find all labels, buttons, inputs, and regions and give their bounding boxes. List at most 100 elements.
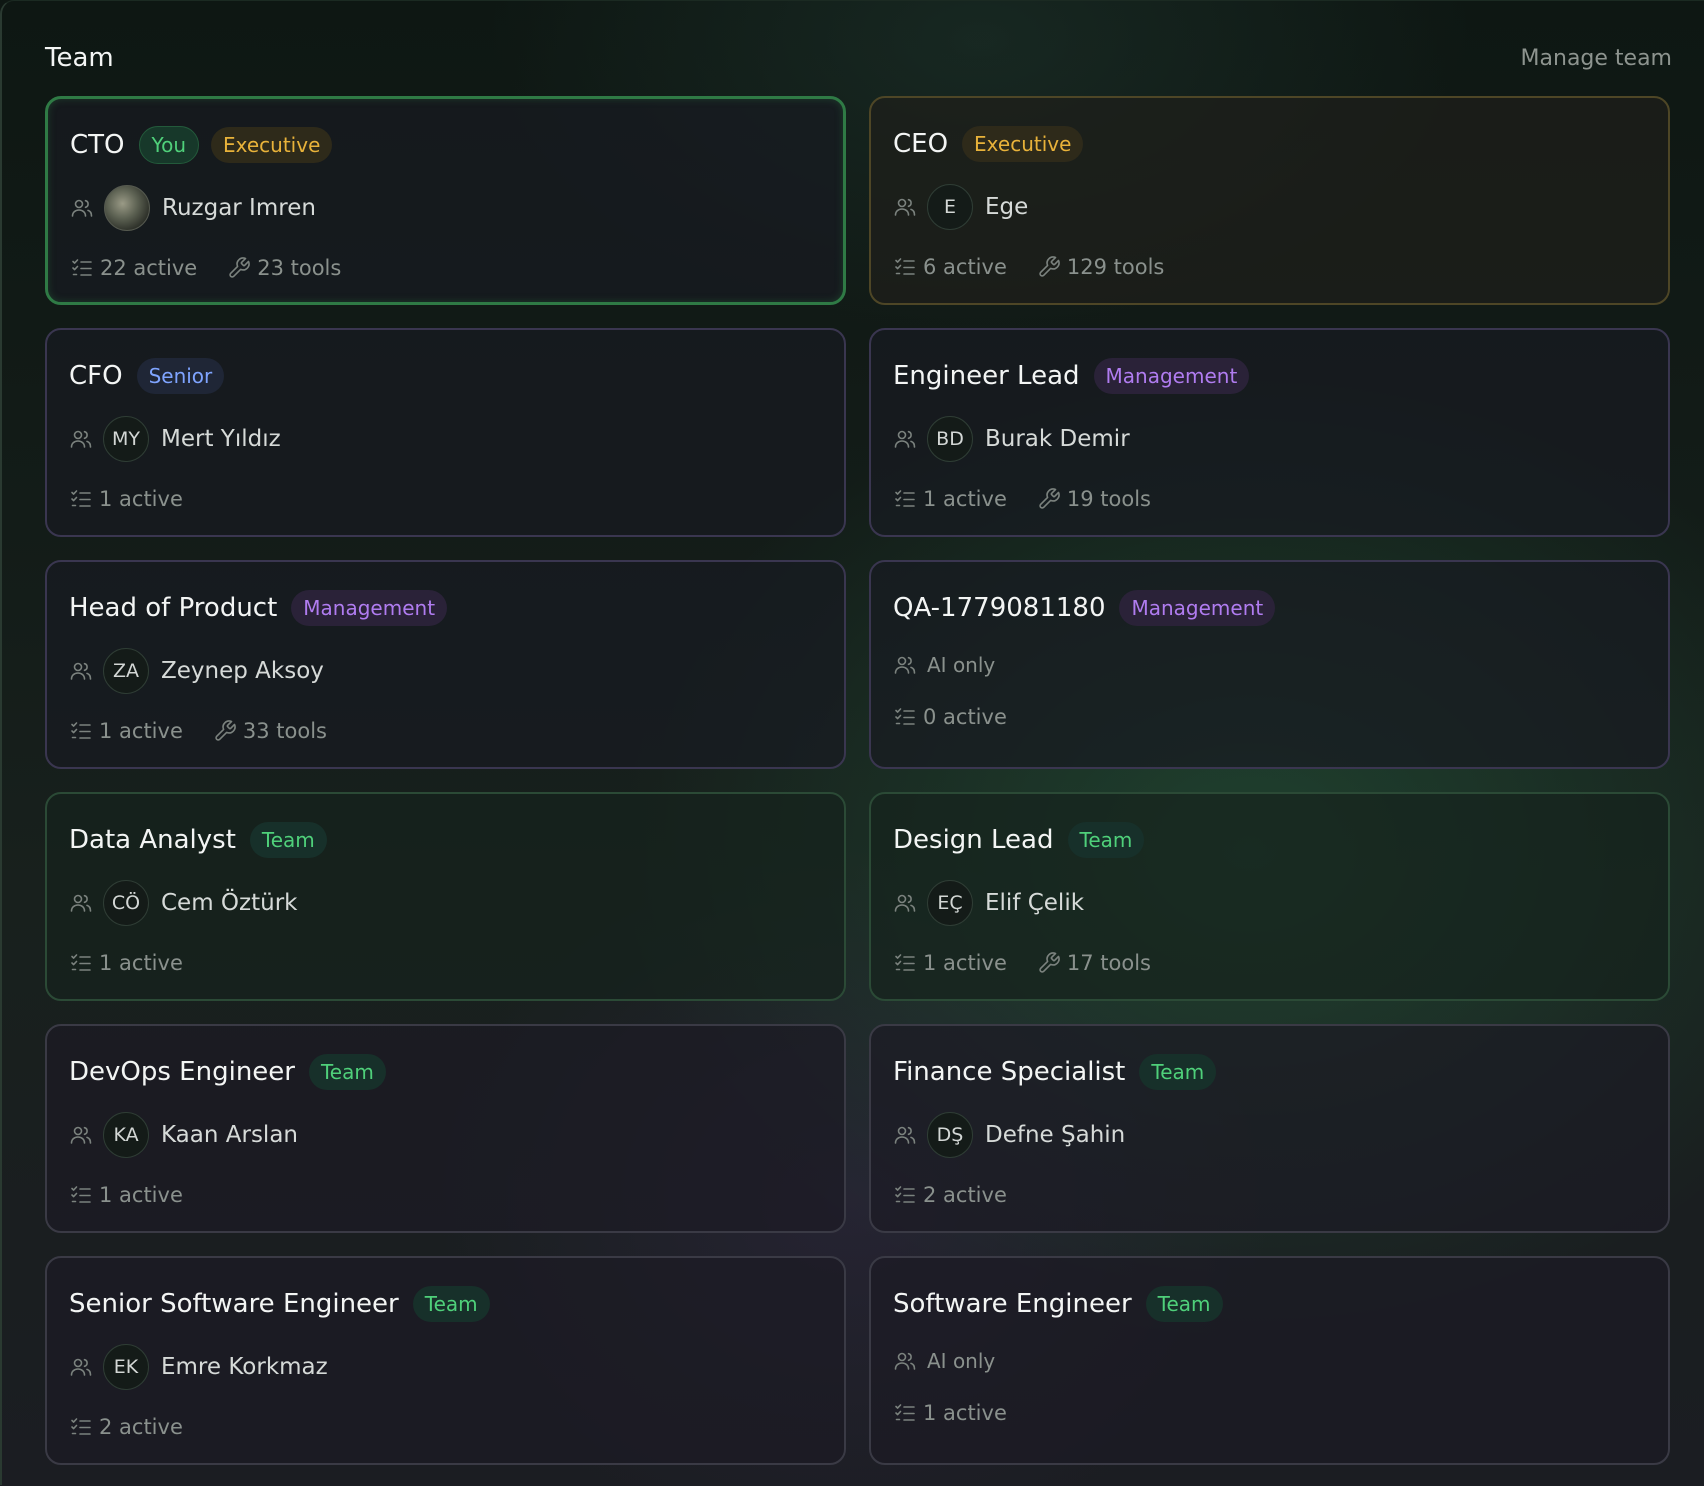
- role-title: Design Lead: [893, 825, 1054, 855]
- active-count-label: 0 active: [923, 705, 1007, 729]
- team-role-card[interactable]: Design Lead Team EÇ Elif Çelik 1 active 17 to…: [869, 792, 1670, 1001]
- assignee-name: Defne Şahin: [985, 1122, 1126, 1148]
- users-icon: [893, 427, 917, 451]
- card-stats-row: 1 active: [69, 1180, 822, 1210]
- card-stats-row: 1 active: [893, 1398, 1646, 1428]
- card-title-row: CEO Executive: [893, 124, 1646, 164]
- active-count-label: 6 active: [923, 255, 1007, 279]
- active-count: 22 active: [70, 256, 197, 280]
- list-checks-icon: [893, 255, 917, 279]
- avatar: KA: [103, 1112, 149, 1158]
- tools-count: 17 tools: [1037, 951, 1151, 975]
- assignee-row: KA Kaan Arslan: [69, 1110, 822, 1160]
- card-stats-row: 2 active: [69, 1412, 822, 1442]
- card-title-row: CFO Senior: [69, 356, 822, 396]
- management-badge: Management: [291, 590, 448, 626]
- team-role-card[interactable]: Finance Specialist Team DŞ Defne Şahin 2 act…: [869, 1024, 1670, 1233]
- role-title: CFO: [69, 361, 123, 391]
- users-icon: [893, 891, 917, 915]
- assignee-name: Emre Korkmaz: [161, 1354, 328, 1380]
- tools-count-label: 17 tools: [1066, 951, 1151, 975]
- card-stats-row: 6 active 129 tools: [893, 252, 1646, 282]
- team-role-card[interactable]: QA-1779081180 Management AI only 0 active: [869, 560, 1670, 769]
- assignee-row: ZA Zeynep Aksoy: [69, 646, 822, 696]
- tools-count-label: 23 tools: [257, 256, 342, 280]
- card-stats-row: 22 active 23 tools: [70, 253, 821, 283]
- tools-count: 23 tools: [227, 256, 341, 280]
- assignee-row: AI only: [893, 650, 1646, 680]
- team-role-card[interactable]: CFO Senior MY Mert Yıldız 1 active: [45, 328, 846, 537]
- assignee-name: Mert Yıldız: [161, 426, 281, 452]
- team-role-card[interactable]: CTO You Executive Ruzgar Imren 22 active 23 t…: [45, 96, 846, 305]
- users-icon: [893, 653, 917, 677]
- avatar: CÖ: [103, 880, 149, 926]
- team-badge: Team: [308, 1054, 386, 1090]
- active-count: 1 active: [69, 1183, 183, 1207]
- list-checks-icon: [893, 1183, 917, 1207]
- management-badge: Management: [1119, 590, 1276, 626]
- avatar: DŞ: [927, 1112, 973, 1158]
- wrench-icon: [1037, 951, 1061, 975]
- users-icon: [893, 1349, 917, 1373]
- team-role-card[interactable]: Data Analyst Team CÖ Cem Öztürk 1 active: [45, 792, 846, 1001]
- list-checks-icon: [69, 719, 93, 743]
- team-badge: Team: [249, 822, 327, 858]
- page-title: Team: [45, 43, 114, 73]
- team-role-card[interactable]: Engineer Lead Management BD Burak Demir 1 ac…: [869, 328, 1670, 537]
- list-checks-icon: [70, 256, 94, 280]
- team-badge: Team: [412, 1286, 490, 1322]
- active-count: 6 active: [893, 255, 1007, 279]
- tools-count: 129 tools: [1037, 255, 1164, 279]
- avatar: ZA: [103, 648, 149, 694]
- assignee-row: CÖ Cem Öztürk: [69, 878, 822, 928]
- card-title-row: DevOps Engineer Team: [69, 1052, 822, 1092]
- list-checks-icon: [69, 487, 93, 511]
- assignee-name: Elif Çelik: [985, 890, 1085, 916]
- card-stats-row: 0 active: [893, 702, 1646, 732]
- tools-count: 19 tools: [1037, 487, 1151, 511]
- list-checks-icon: [69, 1183, 93, 1207]
- role-title: DevOps Engineer: [69, 1057, 295, 1087]
- card-stats-row: 1 active: [69, 484, 822, 514]
- card-title-row: Engineer Lead Management: [893, 356, 1646, 396]
- active-count-label: 1 active: [923, 1401, 1007, 1425]
- active-count: 1 active: [69, 487, 183, 511]
- tools-count: 33 tools: [213, 719, 327, 743]
- tools-count-label: 19 tools: [1066, 487, 1151, 511]
- card-title-row: Senior Software Engineer Team: [69, 1284, 822, 1324]
- team-badge: Team: [1139, 1054, 1217, 1090]
- wrench-icon: [227, 256, 251, 280]
- role-title: CTO: [70, 130, 125, 160]
- assignee-row: AI only: [893, 1346, 1646, 1376]
- active-count: 2 active: [893, 1183, 1007, 1207]
- avatar: EÇ: [927, 880, 973, 926]
- active-count-label: 2 active: [923, 1183, 1007, 1207]
- card-stats-row: 2 active: [893, 1180, 1646, 1210]
- active-count: 1 active: [69, 719, 183, 743]
- panel-header: Team Manage team: [45, 38, 1672, 78]
- assignee-name: Zeynep Aksoy: [161, 658, 324, 684]
- team-role-card[interactable]: CEO Executive E Ege 6 active 129 tools: [869, 96, 1670, 305]
- users-icon: [893, 195, 917, 219]
- executive-badge: Executive: [962, 126, 1084, 162]
- active-count: 1 active: [893, 951, 1007, 975]
- active-count-label: 1 active: [99, 1183, 183, 1207]
- team-grid: CTO You Executive Ruzgar Imren 22 active 23 t…: [45, 96, 1670, 1465]
- role-title: CEO: [893, 129, 949, 159]
- card-stats-row: 1 active 19 tools: [893, 484, 1646, 514]
- users-icon: [69, 659, 93, 683]
- users-icon: [69, 427, 93, 451]
- list-checks-icon: [893, 487, 917, 511]
- manage-team-link[interactable]: Manage team: [1521, 46, 1672, 71]
- active-count-label: 1 active: [99, 951, 183, 975]
- team-role-card[interactable]: Head of Product Management ZA Zeynep Aksoy 1…: [45, 560, 846, 769]
- assignee-row: E Ege: [893, 182, 1646, 232]
- team-role-card[interactable]: Software Engineer Team AI only 1 active: [869, 1256, 1670, 1465]
- team-role-card[interactable]: DevOps Engineer Team KA Kaan Arslan 1 active: [45, 1024, 846, 1233]
- assignee-name: Burak Demir: [985, 426, 1130, 452]
- card-title-row: Software Engineer Team: [893, 1284, 1646, 1324]
- card-title-row: QA-1779081180 Management: [893, 588, 1646, 628]
- assignee-row: EK Emre Korkmaz: [69, 1342, 822, 1392]
- active-count-label: 1 active: [923, 487, 1007, 511]
- team-role-card[interactable]: Senior Software Engineer Team EK Emre Korkm…: [45, 1256, 846, 1465]
